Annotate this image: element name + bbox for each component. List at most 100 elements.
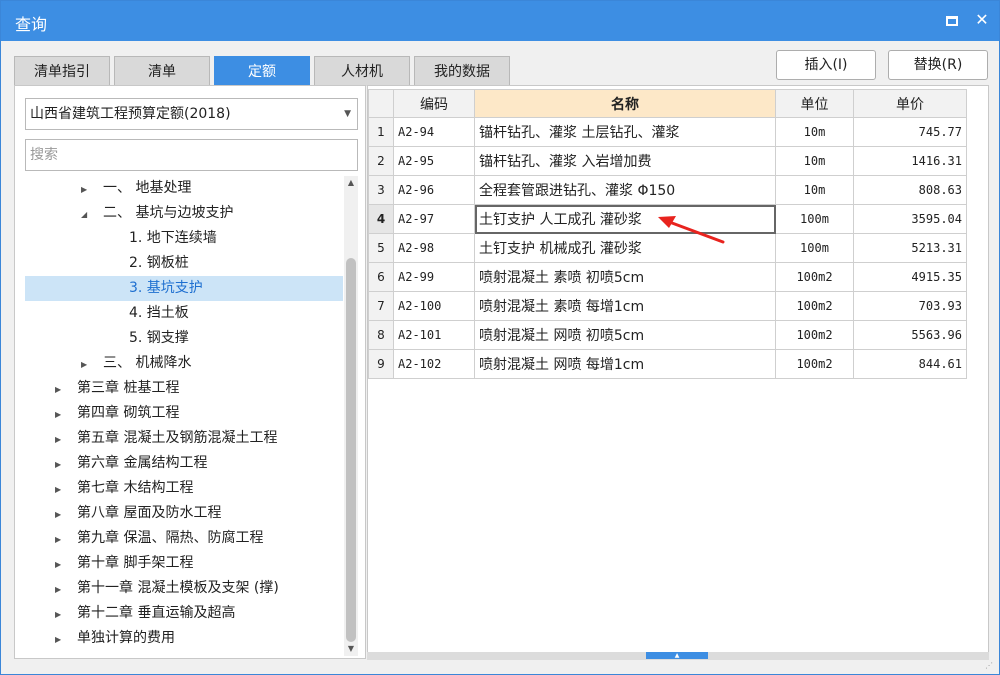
price-cell[interactable]: 1416.31: [853, 146, 967, 176]
table-row[interactable]: 3 A2-96 全程套管跟进钻孔、灌浆 Φ150 10m 808.63: [368, 175, 967, 205]
table-row[interactable]: 6 A2-99 喷射混凝土 素喷 初喷5cm 100m2 4915.35: [368, 262, 967, 292]
code-cell[interactable]: A2-102: [393, 349, 475, 379]
expand-arrow-icon[interactable]: ▶: [81, 177, 93, 202]
expand-arrow-icon[interactable]: ▶: [81, 352, 93, 377]
row-number-cell[interactable]: 7: [368, 291, 394, 321]
name-cell[interactable]: 土钉支护 人工成孔 灌砂浆: [474, 204, 776, 234]
row-number-cell[interactable]: 1: [368, 117, 394, 147]
tab-bill-guide[interactable]: 清单指引: [14, 56, 110, 86]
chevron-down-icon[interactable]: ▼: [344, 99, 351, 129]
tree-node[interactable]: ◢ 二、 基坑与边坡支护: [25, 201, 343, 226]
tree-node[interactable]: ▶ 第九章 保温、隔热、防腐工程: [25, 526, 343, 551]
unit-cell[interactable]: 10m: [775, 146, 854, 176]
row-number-cell[interactable]: 8: [368, 320, 394, 350]
tree-node[interactable]: ▶ 第八章 屋面及防水工程: [25, 501, 343, 526]
unit-cell[interactable]: 100m2: [775, 320, 854, 350]
unit-cell[interactable]: 100m: [775, 233, 854, 263]
tree-node[interactable]: ▶ 第十二章 垂直运输及超高: [25, 601, 343, 626]
name-cell[interactable]: 喷射混凝土 素喷 初喷5cm: [474, 262, 776, 292]
expand-arrow-icon[interactable]: ▶: [55, 552, 67, 577]
unit-cell[interactable]: 100m2: [775, 349, 854, 379]
price-cell[interactable]: 3595.04: [853, 204, 967, 234]
name-cell[interactable]: 锚杆钻孔、灌浆 入岩增加费: [474, 146, 776, 176]
scroll-up-icon[interactable]: ▲: [344, 176, 358, 190]
name-cell[interactable]: 喷射混凝土 网喷 初喷5cm: [474, 320, 776, 350]
expand-arrow-icon[interactable]: ▶: [55, 477, 67, 502]
price-header[interactable]: 单价: [853, 89, 967, 118]
maximize-icon[interactable]: [941, 9, 963, 31]
price-cell[interactable]: 703.93: [853, 291, 967, 321]
name-cell[interactable]: 喷射混凝土 素喷 每增1cm: [474, 291, 776, 321]
table-row[interactable]: 2 A2-95 锚杆钻孔、灌浆 入岩增加费 10m 1416.31: [368, 146, 967, 176]
resize-grip-icon[interactable]: ⋰: [985, 661, 995, 671]
code-header[interactable]: 编码: [393, 89, 475, 118]
name-header[interactable]: 名称: [474, 89, 776, 118]
expand-arrow-icon[interactable]: ▶: [55, 427, 67, 452]
chevron-up-icon[interactable]: ▲: [646, 652, 708, 659]
code-cell[interactable]: A2-99: [393, 262, 475, 292]
tree-node[interactable]: ▶ 第十一章 混凝土模板及支架 (撑): [25, 576, 343, 601]
expand-arrow-icon[interactable]: ▶: [55, 627, 67, 652]
tree-node[interactable]: 2. 钢板桩: [25, 251, 343, 276]
price-cell[interactable]: 808.63: [853, 175, 967, 205]
tree-node[interactable]: ▶ 第五章 混凝土及钢筋混凝土工程: [25, 426, 343, 451]
expand-arrow-icon[interactable]: ▶: [55, 577, 67, 602]
unit-header[interactable]: 单位: [775, 89, 854, 118]
tree-node[interactable]: ▶ 第六章 金属结构工程: [25, 451, 343, 476]
name-cell[interactable]: 锚杆钻孔、灌浆 土层钻孔、灌浆: [474, 117, 776, 147]
tree-node[interactable]: 3. 基坑支护: [25, 276, 343, 301]
code-cell[interactable]: A2-96: [393, 175, 475, 205]
unit-cell[interactable]: 10m: [775, 175, 854, 205]
collapse-arrow-icon[interactable]: ◢: [81, 202, 93, 227]
expand-arrow-icon[interactable]: ▶: [55, 527, 67, 552]
row-number-cell[interactable]: 9: [368, 349, 394, 379]
expand-arrow-icon[interactable]: ▶: [55, 502, 67, 527]
code-cell[interactable]: A2-95: [393, 146, 475, 176]
search-input[interactable]: 搜索: [25, 139, 358, 171]
tab-quota[interactable]: 定额: [214, 56, 310, 86]
tree-node[interactable]: ▶ 第四章 砌筑工程: [25, 401, 343, 426]
name-cell[interactable]: 喷射混凝土 网喷 每增1cm: [474, 349, 776, 379]
grid-splitter[interactable]: ▲: [367, 652, 989, 660]
tree-node[interactable]: ▶ 第七章 木结构工程: [25, 476, 343, 501]
table-row[interactable]: 9 A2-102 喷射混凝土 网喷 每增1cm 100m2 844.61: [368, 349, 967, 379]
price-cell[interactable]: 5213.31: [853, 233, 967, 263]
close-icon[interactable]: ✕: [971, 9, 993, 31]
table-row[interactable]: 8 A2-101 喷射混凝土 网喷 初喷5cm 100m2 5563.96: [368, 320, 967, 350]
price-cell[interactable]: 4915.35: [853, 262, 967, 292]
insert-button[interactable]: 插入(I): [776, 50, 876, 80]
table-row[interactable]: 7 A2-100 喷射混凝土 素喷 每增1cm 100m2 703.93: [368, 291, 967, 321]
row-number-cell[interactable]: 6: [368, 262, 394, 292]
title-bar[interactable]: 查询 ✕: [1, 1, 999, 41]
row-number-cell[interactable]: 5: [368, 233, 394, 263]
code-cell[interactable]: A2-101: [393, 320, 475, 350]
expand-arrow-icon[interactable]: ▶: [55, 452, 67, 477]
unit-cell[interactable]: 10m: [775, 117, 854, 147]
unit-cell[interactable]: 100m: [775, 204, 854, 234]
name-cell[interactable]: 全程套管跟进钻孔、灌浆 Φ150: [474, 175, 776, 205]
tree-node[interactable]: 5. 钢支撑: [25, 326, 343, 351]
price-cell[interactable]: 844.61: [853, 349, 967, 379]
code-cell[interactable]: A2-94: [393, 117, 475, 147]
price-cell[interactable]: 5563.96: [853, 320, 967, 350]
tree-node[interactable]: 4. 挡土板: [25, 301, 343, 326]
tab-labor-material-machine[interactable]: 人材机: [314, 56, 410, 86]
row-number-cell[interactable]: 3: [368, 175, 394, 205]
row-number-cell[interactable]: 4: [368, 204, 394, 234]
price-cell[interactable]: 745.77: [853, 117, 967, 147]
tree-node[interactable]: ▶ 三、 机械降水: [25, 351, 343, 376]
unit-cell[interactable]: 100m2: [775, 262, 854, 292]
name-cell[interactable]: 土钉支护 机械成孔 灌砂浆: [474, 233, 776, 263]
tree-node[interactable]: ▶ 第三章 桩基工程: [25, 376, 343, 401]
tree-scrollbar[interactable]: ▲ ▼: [344, 176, 358, 656]
code-cell[interactable]: A2-100: [393, 291, 475, 321]
code-cell[interactable]: A2-97: [393, 204, 475, 234]
tree-node[interactable]: ▶ 第十章 脚手架工程: [25, 551, 343, 576]
table-row[interactable]: 1 A2-94 锚杆钻孔、灌浆 土层钻孔、灌浆 10m 745.77: [368, 117, 967, 147]
tree-node[interactable]: ▶ 一、 地基处理: [25, 176, 343, 201]
tab-bill[interactable]: 清单: [114, 56, 210, 86]
unit-cell[interactable]: 100m2: [775, 291, 854, 321]
tree-node[interactable]: 1. 地下连续墙: [25, 226, 343, 251]
expand-arrow-icon[interactable]: ▶: [55, 402, 67, 427]
expand-arrow-icon[interactable]: ▶: [55, 602, 67, 627]
